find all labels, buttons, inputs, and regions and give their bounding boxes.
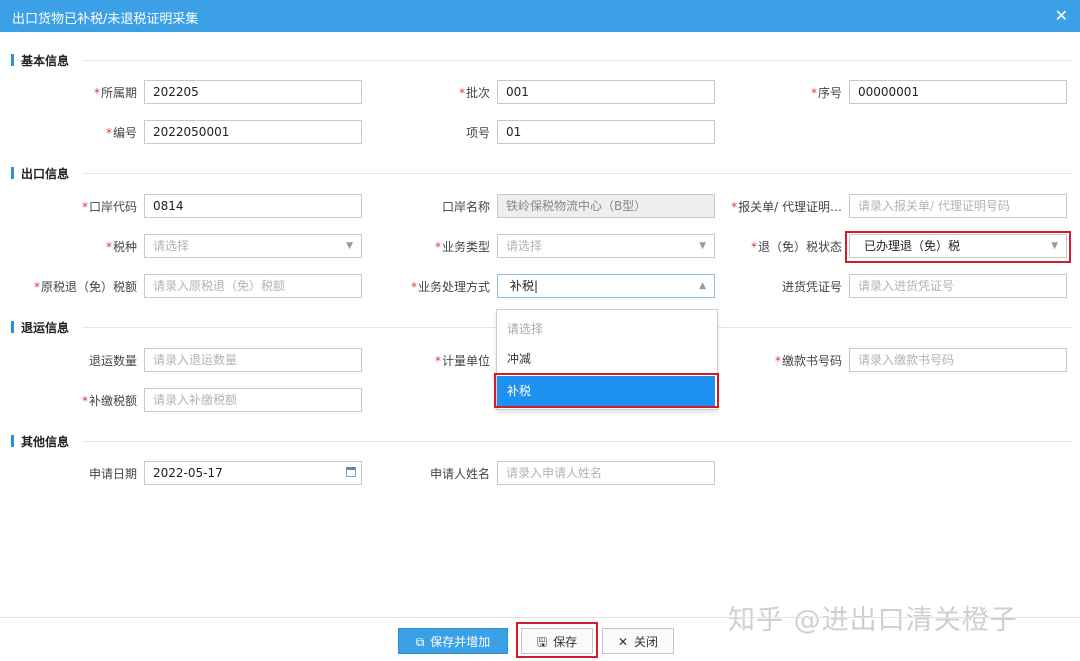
section-basic: 基本信息 [8,52,1072,68]
handling-label: *业务处理方式 [410,280,490,294]
declaration-label: *报关单/ 代理证明… [731,200,842,214]
business-type-value: 请选择 [506,239,543,253]
calendar-icon[interactable] [346,467,356,477]
highlight-box [845,231,1071,263]
section-title: 其他信息 [21,435,70,449]
tax-type-value: 请选择 [153,239,190,253]
supp-tax-field[interactable]: 请录入补缴税额 [144,388,362,412]
seq-field[interactable]: 00000001 [849,80,1067,104]
period-label: *所属期 [93,86,137,100]
date-field[interactable]: 2022-05-17 [144,461,362,485]
port-code-field[interactable]: 0814 [144,194,362,218]
section-title: 基本信息 [21,54,70,68]
batch-label: *批次 [458,86,490,100]
business-type-select[interactable]: 请选择 ▼ [497,234,715,258]
period-field[interactable]: 202205 [144,80,362,104]
payment-field[interactable]: 请录入缴款书号码 [849,348,1067,372]
close-label: 关闭 [634,635,659,649]
close-icon: ✕ [617,635,629,649]
purchase-label: 进货凭证号 [781,280,842,294]
dialog-titlebar: 出口货物已补税/未退税证明采集 ✕ [0,0,1080,32]
port-code-label: *口岸代码 [81,200,137,214]
footer-divider [0,617,1080,618]
close-icon[interactable]: ✕ [1055,6,1068,25]
section-marker [11,321,14,333]
divider [82,441,1072,442]
payment-label: *缴款书号码 [774,354,842,368]
add-icon: ⧉ [415,635,425,649]
section-marker [11,54,14,66]
divider [82,60,1072,61]
applicant-label: 申请人姓名 [429,467,490,481]
refund-status-label: *退（免）税状态 [750,240,842,254]
section-export: 出口信息 [8,165,1072,181]
purchase-field[interactable]: 请录入进货凭证号 [849,274,1067,298]
orig-refund-label: *原税退（免）税额 [33,280,137,294]
section-title: 退运信息 [21,321,70,335]
port-name-field: 铁岭保税物流中心（B型） [497,194,715,218]
date-value: 2022-05-17 [153,466,223,480]
highlight-box [494,373,719,408]
item-field[interactable]: 01 [497,120,715,144]
unit-label: *计量单位 [434,354,490,368]
section-title: 出口信息 [21,167,70,181]
handling-select[interactable]: 补税| ▲ [497,274,715,298]
dropdown-option[interactable]: 请选择 [497,314,715,344]
code-field[interactable]: 2022050001 [144,120,362,144]
section-marker [11,167,14,179]
close-button[interactable]: ✕ 关闭 [602,628,674,654]
section-marker [11,435,14,447]
declaration-field[interactable]: 请录入报关单/ 代理证明号码 [849,194,1067,218]
qty-field[interactable]: 请录入退运数量 [144,348,362,372]
chevron-up-icon: ▲ [699,281,706,291]
tax-type-label: *税种 [105,240,137,254]
date-label: 申请日期 [88,467,137,481]
section-other: 其他信息 [8,433,1072,449]
port-name-label: 口岸名称 [441,200,490,214]
qty-label: 退运数量 [88,354,137,368]
batch-field[interactable]: 001 [497,80,715,104]
supp-tax-label: *补缴税额 [81,394,137,408]
business-type-label: *业务类型 [434,240,490,254]
chevron-down-icon: ▼ [699,241,706,251]
save-and-add-label: 保存并增加 [430,635,491,649]
highlight-box [516,622,598,658]
handling-value: 补税 [510,279,535,293]
dialog-title: 出口货物已补税/未退税证明采集 [12,12,199,27]
applicant-field[interactable]: 请录入申请人姓名 [497,461,715,485]
dropdown-option[interactable]: 冲减 [497,344,715,374]
tax-type-select[interactable]: 请选择 ▼ [144,234,362,258]
code-label: *编号 [105,126,137,140]
divider [82,173,1072,174]
item-label: 项号 [465,126,490,140]
save-and-add-button[interactable]: ⧉ 保存并增加 [398,628,508,654]
seq-label: *序号 [810,86,842,100]
orig-refund-field[interactable]: 请录入原税退（免）税额 [144,274,362,298]
text-cursor: | [534,279,539,293]
chevron-down-icon: ▼ [346,241,353,251]
